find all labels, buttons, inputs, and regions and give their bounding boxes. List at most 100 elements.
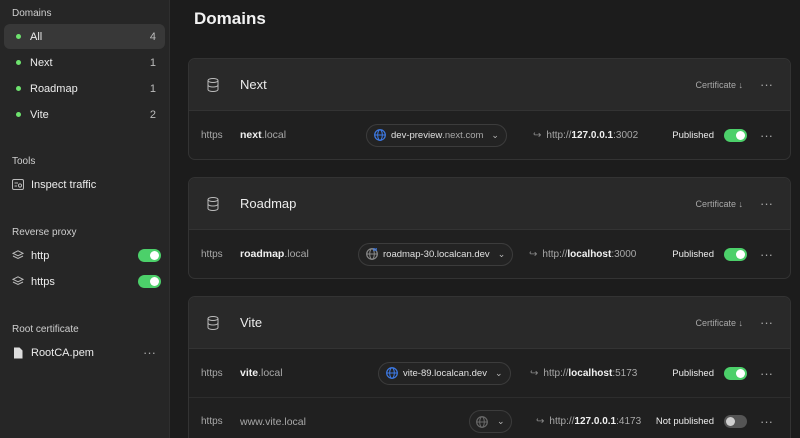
- publish-toggle[interactable]: [724, 128, 747, 142]
- sidebar: Domains All 4 Next 1 Roadmap 1 Vite 2 To…: [0, 0, 170, 438]
- http-proxy-toggle[interactable]: [138, 249, 161, 262]
- globe-icon: [366, 248, 378, 260]
- publish-status: Published: [672, 367, 714, 379]
- sidebar-item-label: Vite: [30, 108, 49, 121]
- publish-status: Published: [672, 129, 714, 141]
- sidebar-item-label: http: [31, 249, 50, 262]
- domain-row: https roadmap.local roadmap-30 .localcan.…: [189, 230, 790, 278]
- status-dot: [16, 34, 21, 39]
- sidebar-item-label: Inspect traffic: [31, 178, 97, 191]
- card-header: Next Certificate ↓ ···: [189, 59, 790, 111]
- domain-card-roadmap: Roadmap Certificate ↓ ··· https roadmap.…: [188, 177, 791, 279]
- chevron-down-icon: ⌄: [491, 129, 499, 140]
- certificate-download-button[interactable]: Certificate ↓: [695, 318, 743, 328]
- chevron-down-icon: ⌄: [497, 416, 505, 426]
- sidebar-item-inspect-traffic[interactable]: Inspect traffic: [4, 172, 165, 197]
- publish-status: Published: [672, 248, 714, 260]
- scheme-label: https: [201, 367, 223, 379]
- proxy-section-title: Reverse proxy: [12, 227, 77, 238]
- certificate-download-button[interactable]: Certificate ↓: [695, 80, 743, 90]
- publish-toggle[interactable]: [724, 415, 747, 428]
- row-more-button[interactable]: ···: [760, 129, 773, 142]
- domain-row: https www.vite.local ⌄ ↪ http://127.0.0.1…: [189, 397, 790, 438]
- card-title: Vite: [240, 315, 263, 330]
- local-domain[interactable]: next.local: [240, 129, 286, 141]
- local-domain[interactable]: roadmap.local: [240, 248, 309, 260]
- main-content: Domains Next Certificate ↓ ··· https nex…: [171, 0, 800, 438]
- card-title: Next: [240, 77, 267, 92]
- row-more-button[interactable]: ···: [760, 248, 773, 261]
- card-more-button[interactable]: ···: [760, 197, 773, 210]
- scheme-label: https: [201, 416, 223, 427]
- proxy-target: ↪ http://127.0.0.1:4173: [536, 416, 642, 427]
- status-dot: [16, 86, 21, 91]
- file-icon: [12, 347, 24, 359]
- domain-count: 1: [149, 56, 156, 69]
- tunnel-select[interactable]: roadmap-30 .localcan.dev ⌄: [358, 242, 514, 266]
- row-more-button[interactable]: ···: [760, 415, 773, 428]
- proxy-target: ↪ http://127.0.0.1:3002: [533, 129, 639, 141]
- database-icon: [207, 196, 219, 211]
- sidebar-item-all[interactable]: All 4: [4, 24, 165, 49]
- card-more-button[interactable]: ···: [760, 316, 773, 329]
- globe-icon: [374, 129, 386, 141]
- publish-toggle[interactable]: [724, 247, 747, 261]
- layers-icon: [12, 276, 24, 288]
- sidebar-item-roadmap[interactable]: Roadmap 1: [4, 76, 165, 101]
- card-header: Roadmap Certificate ↓ ···: [189, 178, 790, 230]
- database-icon: [207, 77, 219, 92]
- chevron-down-icon: ⌄: [494, 367, 503, 378]
- card-header: Vite Certificate ↓ ···: [189, 297, 790, 349]
- domain-count: 1: [149, 82, 156, 95]
- card-title: Roadmap: [240, 196, 297, 211]
- status-dot: [16, 60, 21, 65]
- certificate-download-button[interactable]: Certificate ↓: [695, 199, 743, 209]
- sidebar-item-label: Roadmap: [30, 82, 78, 95]
- layers-icon: [12, 250, 24, 262]
- sidebar-item-label: RootCA.pem: [31, 346, 94, 359]
- proxy-target: ↪ http://localhost:3000: [529, 248, 637, 260]
- globe-disabled-icon: [476, 415, 488, 428]
- scheme-label: https: [201, 129, 223, 141]
- sidebar-item-vite[interactable]: Vite 2: [4, 102, 165, 127]
- domain-card-vite: Vite Certificate ↓ ··· https vite.local …: [188, 296, 791, 438]
- database-icon: [207, 315, 219, 330]
- sidebar-item-label: Next: [30, 56, 53, 69]
- inspect-traffic-icon: [12, 179, 24, 191]
- https-proxy-toggle[interactable]: [138, 275, 161, 288]
- rootca-more-button[interactable]: ···: [143, 346, 156, 359]
- sidebar-item-https: https: [4, 269, 165, 294]
- sidebar-item-next[interactable]: Next 1: [4, 50, 165, 75]
- redirect-arrow-icon: ↪: [530, 367, 539, 379]
- root-certificate-section-title: Root certificate: [12, 324, 79, 335]
- domains-section-title: Domains: [12, 8, 52, 19]
- domain-row: https vite.local vite-89 .localcan.dev ⌄ …: [189, 349, 790, 397]
- card-more-button[interactable]: ···: [760, 78, 773, 91]
- domain-card-next: Next Certificate ↓ ··· https next.local …: [188, 58, 791, 160]
- tunnel-select[interactable]: vite-89 .localcan.dev ⌄: [378, 361, 511, 385]
- tunnel-select[interactable]: ⌄: [469, 410, 512, 433]
- sidebar-item-rootca[interactable]: RootCA.pem ···: [4, 340, 165, 365]
- scheme-label: https: [201, 248, 223, 260]
- tools-section-title: Tools: [12, 156, 36, 167]
- status-dot: [16, 112, 21, 117]
- redirect-arrow-icon: ↪: [536, 416, 545, 427]
- globe-icon: [386, 367, 398, 379]
- chevron-down-icon: ⌄: [497, 248, 506, 259]
- sidebar-item-label: All: [30, 30, 43, 43]
- local-domain[interactable]: www.vite.local: [240, 416, 306, 428]
- redirect-arrow-icon: ↪: [533, 129, 542, 141]
- tunnel-select[interactable]: dev-preview .next.com ⌄: [366, 123, 507, 147]
- publish-toggle[interactable]: [724, 366, 747, 380]
- proxy-target: ↪ http://localhost:5173: [530, 367, 638, 379]
- publish-status: Not published: [655, 416, 714, 427]
- row-more-button[interactable]: ···: [760, 367, 773, 380]
- domain-count: 4: [149, 30, 156, 43]
- sidebar-item-http: http: [4, 243, 165, 268]
- domain-count: 2: [149, 108, 156, 121]
- domain-row: https next.local dev-preview .next.com ⌄ …: [189, 111, 790, 159]
- page-title: Domains: [194, 9, 266, 28]
- local-domain[interactable]: vite.local: [240, 367, 283, 379]
- sidebar-item-label: https: [31, 275, 55, 288]
- redirect-arrow-icon: ↪: [529, 248, 538, 260]
